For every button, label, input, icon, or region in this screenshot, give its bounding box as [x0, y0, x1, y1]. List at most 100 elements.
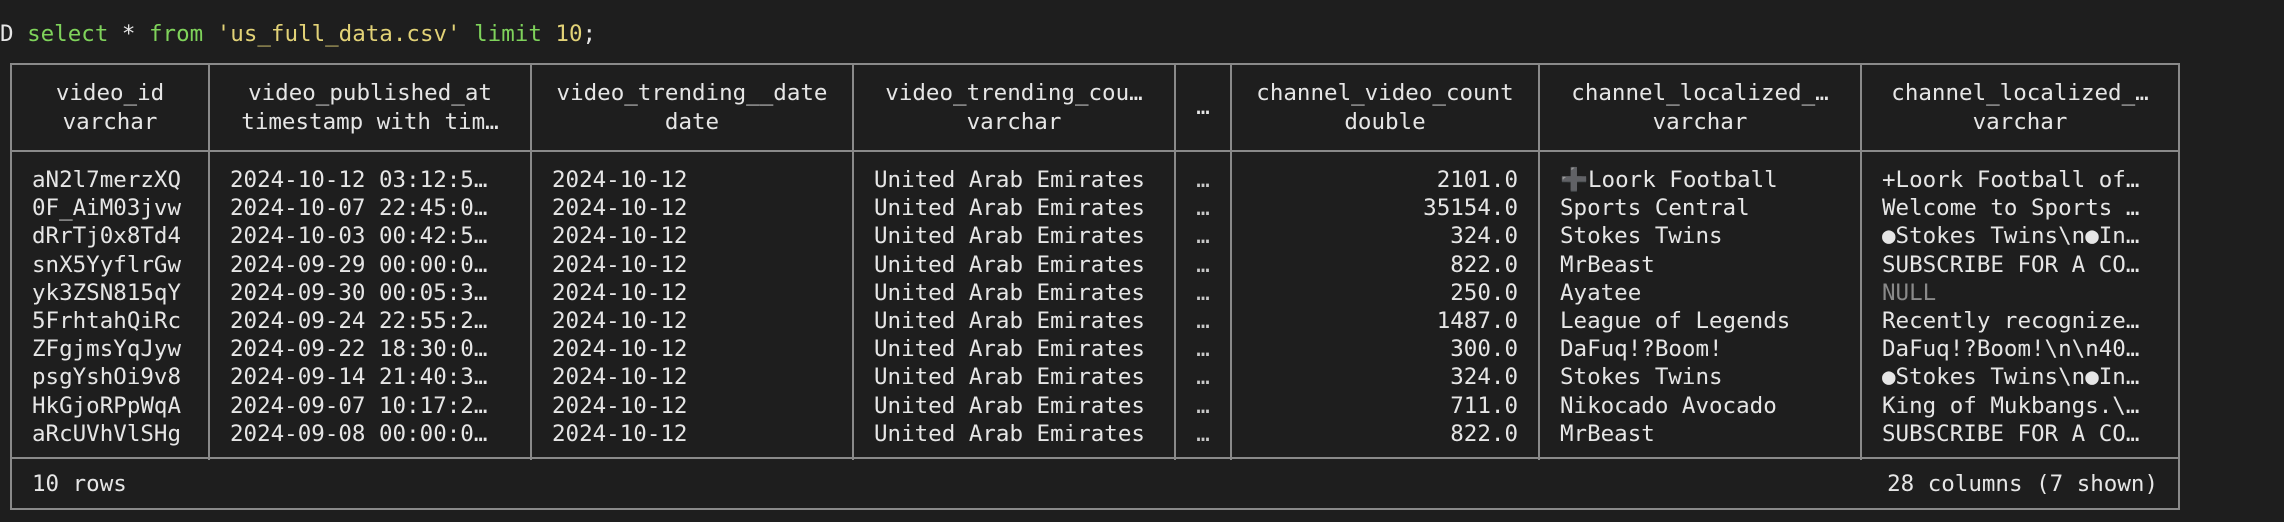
trending-date-cell: 2024-10-12	[530, 278, 853, 308]
column-header[interactable]: channel_localized_… varchar	[1860, 65, 2178, 152]
channel-localized-title-cell: DaFuq!?Boom!	[1538, 335, 1861, 364]
column-header[interactable]: video_trending_cou… varchar	[852, 65, 1175, 152]
row-count: 10 rows	[32, 471, 127, 497]
select-keyword: select	[27, 21, 109, 47]
hidden-columns-ellipsis: …	[1174, 65, 1231, 152]
trending-country-cell: United Arab Emirates	[852, 194, 1175, 223]
column-header[interactable]: channel_video_count double	[1230, 65, 1539, 152]
column-header[interactable]: channel_localized_… varchar	[1538, 65, 1861, 152]
trending-country-cell: United Arab Emirates	[852, 250, 1175, 279]
table-row[interactable]: 5FrhtahQiRc 2024-09-24 22:55:2… 2024-10-12…	[12, 307, 2178, 336]
column-name: channel_localized_…	[1891, 79, 2149, 106]
prompt-marker: D	[0, 21, 14, 47]
channel-video-count-cell: 250.0	[1230, 278, 1539, 308]
channel-localized-description-cell: ●Stokes Twins\n●In…	[1860, 363, 2178, 392]
column-type: varchar	[966, 108, 1062, 135]
table-row[interactable]: HkGjoRPpWqA 2024-09-07 10:17:2… 2024-10-12…	[12, 391, 2178, 420]
table-row[interactable]: snX5YyflrGw 2024-09-29 00:00:0… 2024-10-12…	[12, 250, 2178, 279]
published-at-cell: 2024-10-07 22:45:0…	[208, 194, 531, 223]
channel-video-count-cell: 1487.0	[1230, 307, 1539, 336]
ellipsis-cell: …	[1174, 194, 1231, 223]
channel-localized-title-cell: Sports Central	[1538, 194, 1861, 223]
column-type: varchar	[1652, 108, 1748, 135]
channel-localized-description-cell: +Loork Football of…	[1860, 166, 2178, 195]
header-row: video_id varchar video_published_at timest…	[12, 65, 2178, 152]
trending-date-cell: 2024-10-12	[530, 166, 853, 195]
channel-video-count-cell: 324.0	[1230, 363, 1539, 392]
channel-localized-description-cell: NULL	[1860, 278, 2178, 308]
video-id-cell: psgYshOi9v8	[32, 364, 182, 391]
ellipsis-cell: …	[1174, 222, 1231, 251]
column-name: video_trending_cou…	[885, 79, 1143, 106]
trending-date-cell: 2024-10-12	[530, 222, 853, 251]
published-at-cell: 2024-09-30 00:05:3…	[208, 278, 531, 308]
column-type: varchar	[1972, 108, 2068, 135]
channel-video-count-cell: 2101.0	[1230, 166, 1539, 195]
column-name: channel_localized_…	[1571, 79, 1829, 106]
trending-country-cell: United Arab Emirates	[852, 363, 1175, 392]
table-body: aN2l7merzXQ 2024-10-12 03:12:5… 2024-10-12…	[12, 151, 2178, 461]
channel-localized-description-cell: King of Mukbangs.\…	[1860, 391, 2178, 420]
column-name: video_trending__date	[556, 79, 828, 106]
table-row[interactable]: yk3ZSN815qY 2024-09-30 00:05:3… 2024-10-12…	[12, 278, 2178, 308]
channel-localized-title-cell: Stokes Twins	[1538, 363, 1861, 392]
video-id-cell: 5FrhtahQiRc	[32, 308, 182, 335]
column-header[interactable]: video_id varchar	[12, 65, 209, 152]
published-at-cell: 2024-10-12 03:12:5…	[208, 166, 531, 195]
channel-video-count-cell: 822.0	[1230, 250, 1539, 279]
trending-country-cell: United Arab Emirates	[852, 222, 1175, 251]
trending-country-cell: United Arab Emirates	[852, 391, 1175, 420]
table-row[interactable]: psgYshOi9v8 2024-09-14 21:40:3… 2024-10-12…	[12, 363, 2178, 392]
trending-date-cell: 2024-10-12	[530, 250, 853, 279]
ellipsis-cell: …	[1174, 166, 1231, 195]
table-row[interactable]: ZFgjmsYqJyw 2024-09-22 18:30:0… 2024-10-12…	[12, 335, 2178, 364]
table-row[interactable]: dRrTj0x8Td4 2024-10-03 00:42:5… 2024-10-12…	[12, 222, 2178, 251]
channel-localized-title-cell: Nikocado Avocado	[1538, 391, 1861, 420]
channel-localized-description-cell: Recently recognize…	[1860, 307, 2178, 336]
limit-value: 10	[555, 21, 583, 47]
trending-date-cell: 2024-10-12	[530, 363, 853, 392]
published-at-cell: 2024-09-29 00:00:0…	[208, 250, 531, 279]
column-header[interactable]: video_trending__date date	[530, 65, 853, 152]
ellipsis-cell: …	[1174, 278, 1231, 308]
ellipsis-cell: …	[1174, 250, 1231, 279]
trending-country-cell: United Arab Emirates	[852, 307, 1175, 336]
column-type: varchar	[62, 108, 158, 135]
ellipsis-cell: …	[1174, 419, 1231, 449]
channel-localized-title-cell: League of Legends	[1538, 307, 1861, 336]
column-name: video_id	[55, 79, 165, 106]
channel-localized-description-cell: ●Stokes Twins\n●In…	[1860, 222, 2178, 251]
channel-localized-title-cell: ➕Loork Football	[1538, 166, 1861, 195]
ellipsis-cell: …	[1174, 363, 1231, 392]
video-id-cell: aN2l7merzXQ	[32, 167, 182, 193]
channel-video-count-cell: 35154.0	[1230, 194, 1539, 223]
column-type: date	[664, 108, 720, 135]
video-id-cell: yk3ZSN815qY	[32, 279, 182, 306]
column-type: timestamp with tim…	[241, 108, 499, 135]
sql-prompt-line[interactable]: D select * from 'us_full_data.csv' limit…	[0, 17, 596, 51]
ellipsis-cell: …	[1174, 391, 1231, 420]
star-operator: *	[121, 21, 136, 47]
channel-video-count-cell: 822.0	[1230, 419, 1539, 449]
column-header[interactable]: video_published_at timestamp with tim…	[208, 65, 531, 152]
trending-country-cell: United Arab Emirates	[852, 335, 1175, 364]
published-at-cell: 2024-09-08 00:00:0…	[208, 419, 531, 449]
video-id-cell: ZFgjmsYqJyw	[32, 336, 182, 363]
published-at-cell: 2024-09-24 22:55:2…	[208, 307, 531, 336]
channel-localized-title-cell: MrBeast	[1538, 419, 1861, 449]
from-keyword: from	[149, 21, 204, 47]
ellipsis-cell: …	[1174, 335, 1231, 364]
channel-video-count-cell: 324.0	[1230, 222, 1539, 251]
table-row[interactable]: aN2l7merzXQ 2024-10-12 03:12:5… 2024-10-12…	[12, 166, 2178, 195]
channel-localized-title-cell: MrBeast	[1538, 250, 1861, 279]
video-id-cell: HkGjoRPpWqA	[32, 392, 182, 419]
published-at-cell: 2024-09-07 10:17:2…	[208, 391, 531, 420]
video-id-cell: snX5YyflrGw	[32, 251, 182, 278]
published-at-cell: 2024-09-14 21:40:3…	[208, 363, 531, 392]
table-row[interactable]: 0F_AiM03jvw 2024-10-07 22:45:0… 2024-10-12…	[12, 194, 2178, 223]
trending-date-cell: 2024-10-12	[530, 194, 853, 223]
ellipsis-cell: …	[1174, 307, 1231, 336]
result-table-box: video_id varchar video_published_at timest…	[10, 63, 2180, 510]
limit-keyword: limit	[474, 21, 542, 47]
table-row[interactable]: aRcUVhVlSHg 2024-09-08 00:00:0… 2024-10-12…	[12, 419, 2178, 449]
